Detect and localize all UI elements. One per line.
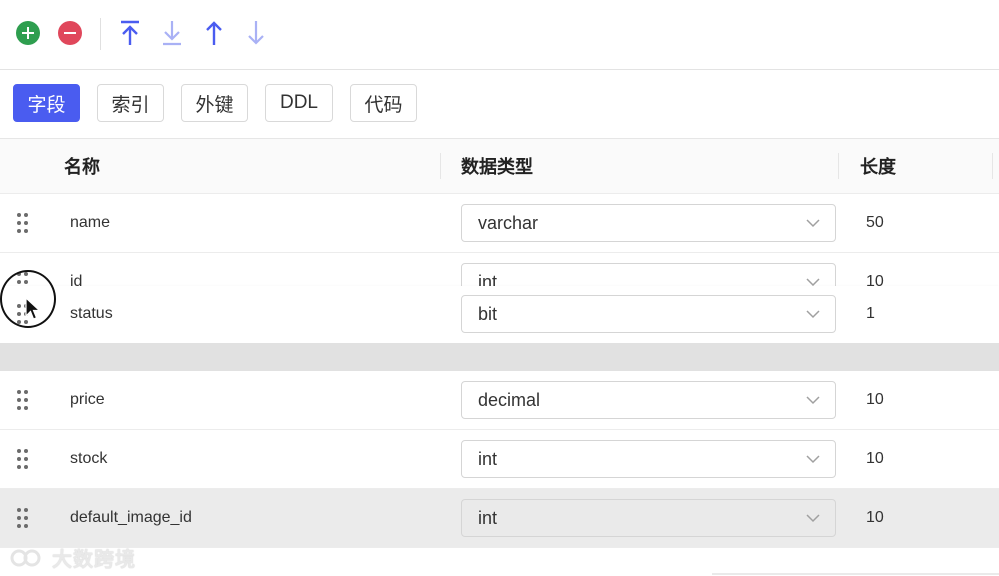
drag-handle-icon[interactable] <box>17 213 29 233</box>
watermark-text: 大数跨境 <box>52 549 136 571</box>
column-header-length[interactable]: 长度 <box>860 139 896 193</box>
watermark: 大数跨境 <box>10 543 136 572</box>
chevron-down-icon <box>806 278 820 286</box>
data-type-select[interactable]: int <box>461 263 836 286</box>
chevron-down-icon <box>806 310 820 319</box>
column-header-name[interactable]: 名称 <box>64 139 100 193</box>
drag-handle-icon[interactable] <box>17 390 29 410</box>
minus-circle-icon <box>58 21 82 45</box>
data-type-select[interactable]: int <box>461 440 836 478</box>
chevron-down-icon <box>806 455 820 464</box>
drag-handle-icon[interactable] <box>17 449 29 469</box>
data-type-value: int <box>478 271 498 287</box>
field-name-cell[interactable]: stock <box>70 450 107 468</box>
table-row[interactable]: price decimal 10 <box>0 371 999 430</box>
data-type-value: int <box>478 507 498 528</box>
move-up-button[interactable] <box>199 18 229 48</box>
length-cell[interactable]: 10 <box>866 509 884 527</box>
data-type-select[interactable]: bit <box>461 295 836 333</box>
table-row-selected[interactable]: default_image_id int 10 <box>0 489 999 548</box>
move-down-button[interactable] <box>241 18 271 48</box>
mouse-pointer-icon <box>25 297 41 320</box>
add-field-button[interactable] <box>13 18 43 48</box>
field-name-cell[interactable]: name <box>70 214 110 232</box>
drop-placeholder <box>0 343 999 371</box>
table-row[interactable]: id int 10 <box>0 253 999 286</box>
arrow-up-icon <box>206 21 222 45</box>
column-resizer[interactable] <box>440 153 441 179</box>
length-cell[interactable]: 50 <box>866 214 884 232</box>
arrow-down-to-line-icon <box>163 21 181 46</box>
arrow-down-icon <box>248 21 264 45</box>
field-name-cell[interactable]: id <box>70 273 82 286</box>
length-cell[interactable]: 10 <box>866 391 884 409</box>
data-type-value: int <box>478 448 498 469</box>
toolbar <box>0 0 999 70</box>
move-to-top-button[interactable] <box>115 18 145 48</box>
dragging-row[interactable]: status bit 1 <box>0 286 999 343</box>
length-cell[interactable]: 10 <box>866 273 884 286</box>
table-row[interactable]: stock int 10 <box>0 430 999 489</box>
column-resizer[interactable] <box>838 153 839 179</box>
drag-handle-icon[interactable] <box>17 508 29 528</box>
data-type-select[interactable]: int <box>461 499 836 537</box>
data-type-value: varchar <box>478 212 539 233</box>
tab-indexes[interactable]: 索引 <box>97 84 164 122</box>
field-name-cell[interactable]: price <box>70 391 105 409</box>
column-header-type[interactable]: 数据类型 <box>461 139 533 193</box>
length-cell[interactable]: 1 <box>866 305 875 323</box>
arrow-up-to-line-icon <box>121 20 139 45</box>
data-type-select[interactable]: varchar <box>461 204 836 242</box>
chevron-down-icon <box>806 396 820 405</box>
remove-field-button[interactable] <box>55 18 85 48</box>
data-type-value: bit <box>478 303 498 324</box>
move-to-bottom-button[interactable] <box>157 18 187 48</box>
tab-code[interactable]: 代码 <box>350 84 417 122</box>
table-row[interactable]: name varchar 50 <box>0 194 999 253</box>
chevron-down-icon <box>806 219 820 228</box>
field-name-cell[interactable]: default_image_id <box>70 509 192 527</box>
tab-fields[interactable]: 字段 <box>13 84 80 122</box>
tab-foreign-keys[interactable]: 外键 <box>181 84 248 122</box>
table-header: 名称 数据类型 长度 <box>0 139 999 194</box>
toolbar-divider <box>100 18 101 50</box>
divider <box>712 573 999 575</box>
data-type-select[interactable]: decimal <box>461 381 836 419</box>
watermark-logo-icon <box>10 549 41 566</box>
tab-bar: 字段 索引 外键 DDL 代码 <box>0 70 999 139</box>
data-type-value: decimal <box>478 389 541 410</box>
plus-circle-icon <box>16 21 40 45</box>
column-resizer[interactable] <box>992 153 993 179</box>
chevron-down-icon <box>806 514 820 523</box>
length-cell[interactable]: 10 <box>866 450 884 468</box>
field-name-cell[interactable]: status <box>70 305 113 323</box>
tab-ddl[interactable]: DDL <box>265 84 333 122</box>
